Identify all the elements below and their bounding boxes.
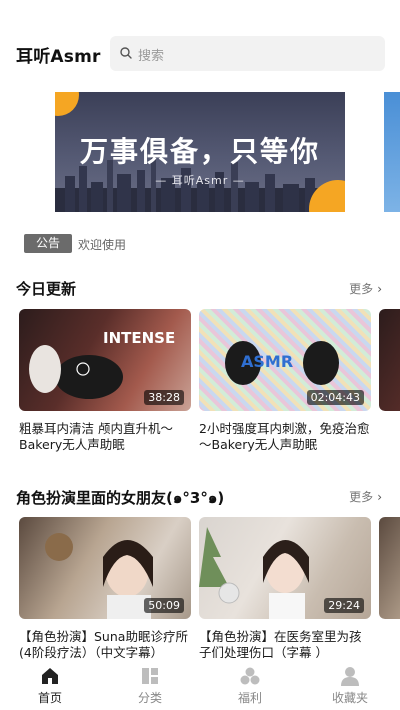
video-title: 【角色扮演】在医务室里为孩子们处理伤口（字幕 ） [199, 629, 362, 659]
welfare-icon [240, 667, 260, 685]
duration-badge: 50:09 [144, 598, 184, 613]
top-header: 耳听Asmr 搜索 [0, 36, 400, 72]
video-thumbnail[interactable]: ASMR 02:04:43 [199, 309, 371, 411]
thumbnail-overlay-text: ASMR [241, 352, 293, 371]
video-thumbnail[interactable]: 29:24 [199, 517, 371, 619]
tab-category[interactable]: 分类 [100, 662, 200, 710]
user-icon [341, 667, 359, 686]
notice-text: 欢迎使用 [78, 238, 127, 252]
video-card[interactable]: ASMR 02:04:43 2小时强度耳内刺激，免疫治愈～Bakery无人声助眠 [199, 309, 371, 453]
tab-label: 首页 [37, 691, 62, 705]
banner-decoration [55, 92, 79, 116]
video-title: 2小时强度耳内刺激，免疫治愈～Bakery无人声助眠 [199, 421, 370, 452]
more-link[interactable]: 更多 › [349, 488, 382, 505]
tab-label: 分类 [137, 691, 162, 705]
search-input[interactable]: 搜索 [110, 36, 385, 71]
app-title: 耳听Asmr [16, 47, 101, 67]
notice-tag: 公告 [24, 234, 72, 253]
chevron-right-icon: › [377, 490, 382, 504]
tab-home[interactable]: 首页 [0, 662, 100, 710]
duration-badge: 02:04:43 [306, 390, 364, 405]
tab-favorites[interactable]: 收藏夹 [300, 662, 400, 710]
search-placeholder: 搜索 [138, 49, 165, 64]
video-title: 粗暴耳内清洁 颅内直升机～Bakery无人声助眠 [19, 421, 173, 452]
search-icon [120, 47, 132, 59]
banner-title: 万事俱备，只等你 [79, 135, 320, 168]
video-card[interactable]: INTENSE 38:28 粗暴耳内清洁 颅内直升机～Bakery无人声助眠 [19, 309, 191, 453]
section-header-roleplay: 角色扮演里面的女朋友(๑°3°๑) 更多 › [0, 486, 400, 508]
tab-welfare[interactable]: 福利 [200, 662, 300, 710]
thumbnail-overlay-text: INTENSE [103, 329, 175, 347]
video-row-roleplay: 50:09 【角色扮演】Suna助眠诊疗所(4阶段疗法）（中文字幕） 29:24… [0, 517, 400, 659]
video-thumbnail[interactable] [379, 517, 400, 619]
home-icon [42, 668, 58, 684]
video-card-partial[interactable] [379, 517, 400, 619]
video-title: 【角色扮演】Suna助眠诊疗所(4阶段疗法）（中文字幕） [19, 629, 188, 659]
tab-label: 收藏夹 [331, 691, 368, 705]
banner-next-slide[interactable] [384, 92, 400, 212]
banner-slide[interactable]: 万事俱备，只等你 — 耳听Asmr — [55, 92, 345, 212]
video-thumbnail[interactable] [379, 309, 400, 411]
duration-badge: 29:24 [324, 598, 364, 613]
more-label: 更多 [349, 490, 374, 504]
more-link[interactable]: 更多 › [349, 280, 382, 297]
section-title: 角色扮演里面的女朋友(๑°3°๑) [16, 489, 225, 507]
video-thumbnail[interactable]: INTENSE 38:28 [19, 309, 191, 411]
video-card[interactable]: 29:24 【角色扮演】在医务室里为孩子们处理伤口（字幕 ） [199, 517, 371, 659]
tab-label: 福利 [237, 691, 262, 705]
duration-badge: 38:28 [144, 390, 184, 405]
video-card[interactable]: 50:09 【角色扮演】Suna助眠诊疗所(4阶段疗法）（中文字幕） [19, 517, 191, 659]
chevron-right-icon: › [377, 282, 382, 296]
category-icon [142, 668, 158, 684]
section-header-today: 今日更新 更多 › [0, 278, 400, 300]
banner-carousel[interactable]: 万事俱备，只等你 — 耳听Asmr — [0, 92, 400, 212]
banner-subtitle: — 耳听Asmr — [155, 174, 245, 187]
video-card-partial[interactable] [379, 309, 400, 411]
section-title: 今日更新 [16, 280, 77, 298]
video-row-today: INTENSE 38:28 粗暴耳内清洁 颅内直升机～Bakery无人声助眠 A… [0, 309, 400, 469]
bottom-tab-bar: 首页 分类 福利 收藏夹 [0, 660, 400, 710]
more-label: 更多 [349, 282, 374, 296]
video-thumbnail[interactable]: 50:09 [19, 517, 191, 619]
